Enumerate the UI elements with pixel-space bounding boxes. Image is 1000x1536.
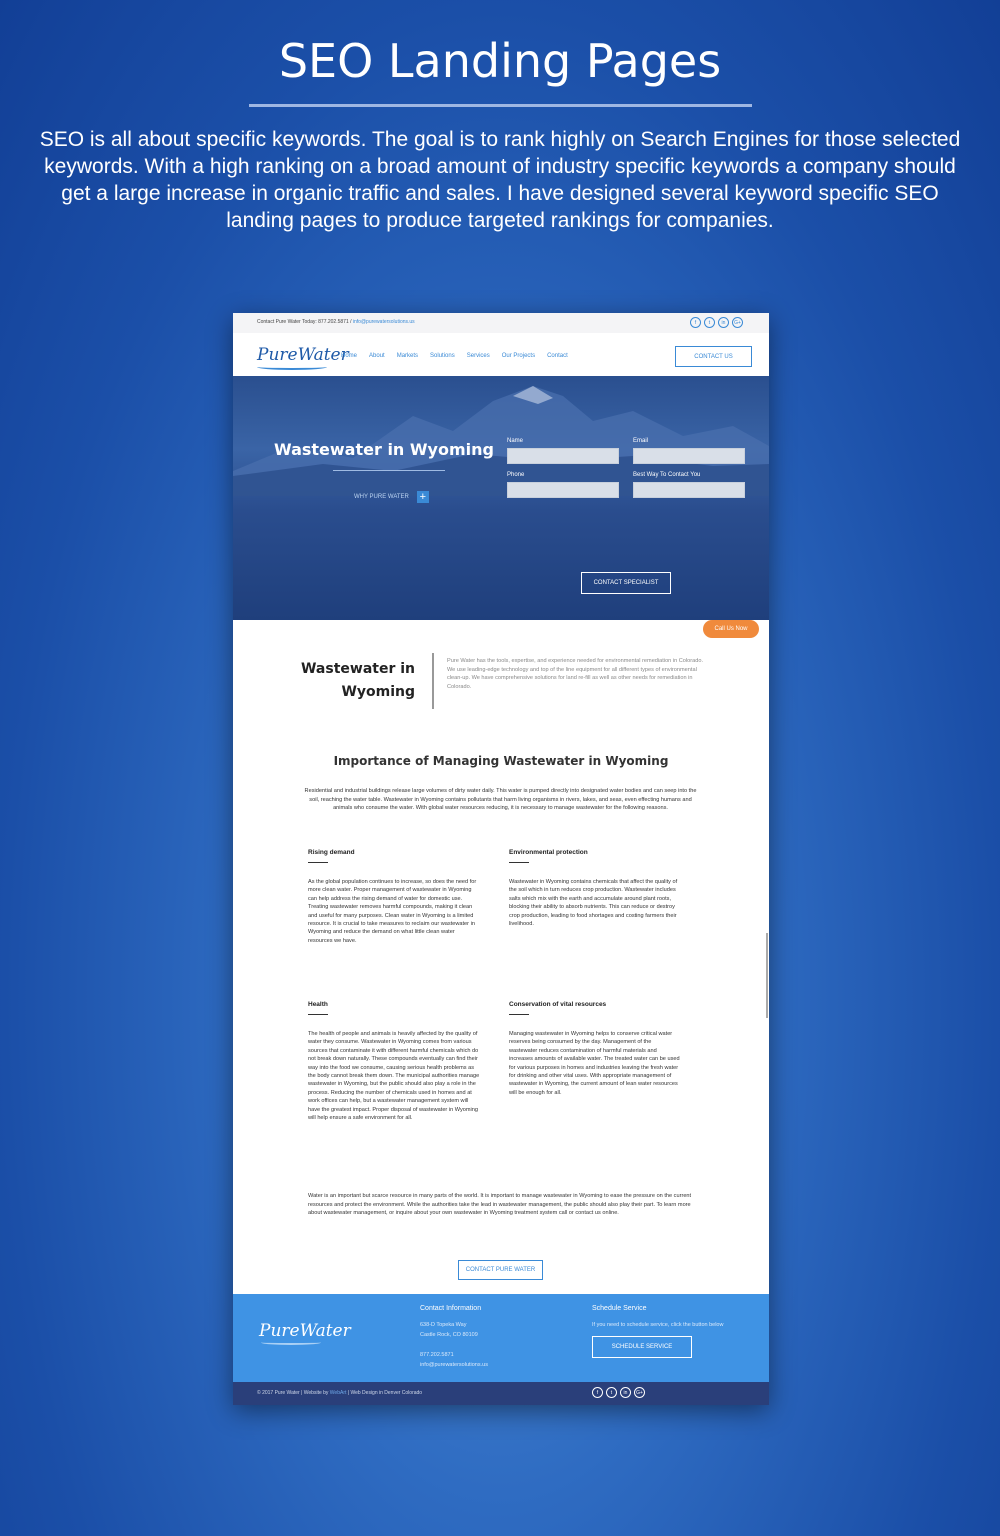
- intro-title: Wastewater in Wyoming: [297, 658, 415, 704]
- contact-info-heading: Contact Information: [420, 1305, 482, 1312]
- nav-our-projects[interactable]: Our Projects: [502, 353, 535, 359]
- why-pure-water-toggle[interactable]: WHY PURE WATER +: [354, 491, 429, 503]
- footer-contact-details: 638-D Topeka Way Castle Rock, CO 80109 8…: [420, 1320, 488, 1370]
- feature-body: The health of people and animals is heav…: [308, 1031, 480, 1122]
- intro-divider: [432, 653, 434, 709]
- feature-heading: Health: [308, 1001, 328, 1008]
- intro-title-line1: Wastewater in: [300, 661, 415, 677]
- nav-links: Home About Markets Solutions Services Ou…: [341, 353, 568, 359]
- webart-link[interactable]: WebArt: [330, 1390, 347, 1396]
- google-plus-icon[interactable]: G+: [634, 1387, 645, 1398]
- feature-heading: Environmental protection: [509, 849, 588, 856]
- top-contact-text: Contact Pure Water Today: 877.202.5871 /…: [257, 319, 415, 325]
- best-way-label: Best Way To Contact You: [633, 472, 701, 478]
- feature-environmental-protection: Environmental protection Wastewater in W…: [509, 849, 681, 928]
- schedule-service-heading: Schedule Service: [592, 1305, 647, 1312]
- logo-wave-icon: [257, 364, 327, 370]
- contact-specialist-button[interactable]: CONTACT SPECIALIST: [581, 572, 671, 594]
- feature-health: Health The health of people and animals …: [308, 1001, 480, 1122]
- main-navbar: PureWater Home About Markets Solutions S…: [233, 333, 769, 376]
- hero-title: SEO Landing Pages: [278, 34, 722, 88]
- feature-rule: [308, 1014, 328, 1015]
- phone-label: Phone: [507, 472, 525, 478]
- bottom-bar: © 2017 Pure Water | Website by WebArt | …: [233, 1382, 769, 1405]
- name-field[interactable]: [507, 448, 619, 464]
- top-contact-email-link[interactable]: info@purewatersolutions.us: [353, 319, 415, 325]
- name-label: Name: [507, 438, 524, 444]
- linkedin-icon[interactable]: in: [718, 317, 729, 328]
- footer-logo-wave-icon: [261, 1340, 321, 1345]
- website-mockup: Contact Pure Water Today: 877.202.5871 /…: [233, 313, 769, 1405]
- top-contact-bar: Contact Pure Water Today: 877.202.5871 /…: [233, 313, 769, 333]
- copyright-text: © 2017 Pure Water | Website by WebArt | …: [257, 1390, 422, 1396]
- nav-about[interactable]: About: [369, 353, 385, 359]
- top-contact-phone: Contact Pure Water Today: 877.202.5871 /: [257, 319, 352, 325]
- nav-services[interactable]: Services: [467, 353, 490, 359]
- nav-home[interactable]: Home: [341, 353, 357, 359]
- feature-body: Wastewater in Wyoming contains chemicals…: [509, 879, 678, 928]
- facebook-icon[interactable]: f: [592, 1387, 603, 1398]
- feature-rule: [308, 862, 328, 863]
- linkedin-icon[interactable]: in: [620, 1387, 631, 1398]
- address-line2: Castle Rock, CO 80109: [420, 1332, 478, 1338]
- mountain-image: [233, 386, 769, 496]
- twitter-icon[interactable]: t: [606, 1387, 617, 1398]
- facebook-icon[interactable]: f: [690, 317, 701, 328]
- purewater-logo[interactable]: PureWater: [257, 345, 349, 365]
- hero-divider: [249, 104, 752, 107]
- footer: PureWater Contact Information 638-D Tope…: [233, 1294, 769, 1382]
- intro-text: Pure Water has the tools, expertise, and…: [447, 658, 704, 690]
- phone-field[interactable]: [507, 482, 619, 498]
- address-line1: 638-D Topeka Way: [420, 1322, 467, 1328]
- schedule-service-text: If you need to schedule service, click t…: [592, 1322, 724, 1328]
- feature-heading: Conservation of vital resources: [509, 1001, 607, 1008]
- intro-title-line2: Wyoming: [341, 684, 415, 700]
- email-label: Email: [633, 438, 649, 444]
- google-plus-icon[interactable]: G+: [732, 317, 743, 328]
- importance-title: Importance of Managing Wastewater in Wyo…: [333, 754, 669, 768]
- bottom-social-icons: f t in G+: [592, 1387, 645, 1398]
- contact-pure-water-button[interactable]: CONTACT PURE WATER: [458, 1260, 543, 1280]
- hero-banner: Wastewater in Wyoming WHY PURE WATER + N…: [233, 376, 769, 620]
- nav-contact[interactable]: Contact: [547, 353, 568, 359]
- plus-icon[interactable]: +: [416, 491, 429, 503]
- why-pure-water-label: WHY PURE WATER: [354, 494, 409, 500]
- feature-rule: [509, 862, 529, 863]
- credit-text: | Web Design in Denver Colorado: [347, 1390, 423, 1396]
- banner-title: Wastewater in Wyoming: [274, 440, 494, 459]
- footer-logo[interactable]: PureWater: [259, 1321, 351, 1341]
- twitter-icon[interactable]: t: [704, 317, 715, 328]
- nav-solutions[interactable]: Solutions: [430, 353, 455, 359]
- feature-rising-demand: Rising demand As the global population c…: [308, 849, 480, 945]
- feature-rule: [509, 1014, 529, 1015]
- feature-conservation: Conservation of vital resources Managing…: [509, 1001, 681, 1097]
- footer-phone[interactable]: 877.202.5871: [420, 1350, 488, 1360]
- closing-text: Water is an important but scarce resourc…: [308, 1193, 692, 1216]
- schedule-service-button[interactable]: SCHEDULE SERVICE: [592, 1336, 692, 1358]
- scrollbar[interactable]: [766, 933, 768, 1018]
- feature-body: As the global population continues to in…: [308, 879, 477, 944]
- hero-description: SEO is all about specific keywords. The …: [39, 128, 961, 232]
- banner-divider: [333, 470, 445, 471]
- footer-email[interactable]: info@purewatersolutions.us: [420, 1360, 488, 1370]
- footer-spacer: [420, 1340, 488, 1350]
- call-us-now-button[interactable]: Call Us Now: [703, 620, 759, 638]
- feature-body: Managing wastewater in Wyoming helps to …: [509, 1031, 680, 1096]
- top-social-icons: f t in G+: [690, 317, 743, 328]
- best-way-select[interactable]: [633, 482, 745, 498]
- importance-text: Residential and industrial buildings rel…: [304, 788, 697, 811]
- copyright: © 2017 Pure Water | Website by: [257, 1390, 329, 1396]
- feature-heading: Rising demand: [308, 849, 355, 856]
- contact-us-button[interactable]: CONTACT US: [675, 346, 752, 367]
- nav-markets[interactable]: Markets: [397, 353, 418, 359]
- email-field[interactable]: [633, 448, 745, 464]
